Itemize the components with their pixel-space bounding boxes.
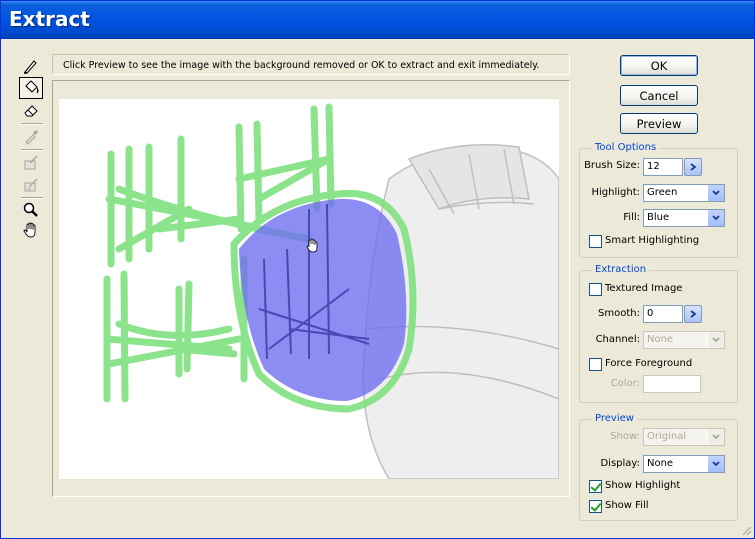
- cleanup-tool[interactable]: [19, 151, 43, 173]
- chevron-down-icon: [707, 210, 724, 226]
- preview-image: [103, 103, 559, 479]
- fill-region: [239, 198, 407, 401]
- fill-bucket-icon: [25, 80, 39, 94]
- display-dropdown[interactable]: None: [643, 455, 725, 473]
- smooth-input[interactable]: 0: [643, 305, 683, 323]
- show-value: Original: [647, 431, 687, 442]
- smart-highlighting-checkbox[interactable]: [589, 235, 602, 248]
- force-foreground-label: Force Foreground: [605, 358, 693, 369]
- extraction-group: Extraction Textured Image Smooth: 0 Chan…: [579, 264, 738, 403]
- textured-image-checkbox[interactable]: [589, 283, 602, 296]
- fill-value: Blue: [647, 212, 670, 223]
- tool-options-group: Tool Options Brush Size: 12 Highlight: G…: [579, 142, 738, 258]
- highlight-dropdown[interactable]: Green: [643, 184, 725, 202]
- edge-touchup-tool[interactable]: [19, 173, 43, 195]
- chevron-right-icon: [690, 310, 697, 318]
- color-label: Color:: [610, 378, 640, 389]
- tool-options-legend: Tool Options: [592, 142, 660, 153]
- smart-highlighting-label: Smart Highlighting: [605, 235, 700, 246]
- show-fill-checkbox[interactable]: [589, 500, 602, 513]
- display-label: Display:: [600, 458, 640, 469]
- fill-tool[interactable]: [19, 77, 43, 99]
- highlight-label: Highlight:: [591, 187, 640, 198]
- chevron-down-icon: [707, 456, 724, 472]
- chevron-down-icon: [707, 429, 724, 445]
- zoom-icon: [23, 202, 38, 217]
- highlight-value: Green: [647, 187, 678, 198]
- textured-image-label: Textured Image: [605, 283, 683, 294]
- cancel-button[interactable]: Cancel: [620, 85, 698, 106]
- show-label: Show:: [610, 431, 640, 442]
- chevron-down-icon: [707, 185, 724, 201]
- hand-icon: [23, 222, 36, 238]
- eyedropper-icon: [25, 130, 38, 145]
- show-dropdown[interactable]: Original: [643, 428, 725, 446]
- instruction-text: Click Preview to see the image with the …: [52, 54, 570, 75]
- smooth-slider-button[interactable]: [684, 305, 702, 323]
- brush-size-input[interactable]: 12: [643, 158, 683, 176]
- channel-label: Channel:: [595, 334, 640, 345]
- smooth-label: Smooth:: [598, 308, 640, 319]
- channel-dropdown[interactable]: None: [643, 331, 725, 349]
- chevron-down-icon: [707, 332, 724, 348]
- show-highlight-checkbox[interactable]: [589, 480, 602, 493]
- chevron-right-icon: [690, 163, 697, 171]
- edge-touchup-icon: [24, 178, 38, 192]
- ok-button[interactable]: OK: [620, 55, 698, 76]
- fill-dropdown[interactable]: Blue: [643, 209, 725, 227]
- channel-value: None: [647, 334, 674, 345]
- eraser-icon: [24, 105, 38, 117]
- fill-label: Fill:: [623, 212, 640, 223]
- preview-legend: Preview: [592, 413, 637, 424]
- window-title: Extract: [9, 7, 90, 31]
- zoom-tool[interactable]: [19, 199, 43, 221]
- color-swatch[interactable]: [643, 375, 701, 393]
- eraser-tool[interactable]: [19, 99, 43, 121]
- extract-dialog: Extract Click Preview to see the image w…: [0, 0, 755, 539]
- preview-group: Preview Show: Original Display: None Sho…: [579, 413, 738, 521]
- cleanup-tool-icon: [24, 155, 38, 170]
- image-canvas[interactable]: [59, 99, 559, 479]
- display-value: None: [647, 458, 674, 469]
- force-foreground-checkbox[interactable]: [589, 358, 602, 371]
- show-highlight-label: Show Highlight: [605, 480, 681, 491]
- extraction-legend: Extraction: [592, 264, 650, 275]
- edge-highlighter-tool[interactable]: [19, 55, 43, 77]
- eyedropper-tool[interactable]: [19, 125, 43, 147]
- brush-size-label: Brush Size:: [584, 160, 640, 171]
- edge-highlighter-icon: [24, 60, 37, 74]
- show-fill-label: Show Fill: [605, 500, 649, 511]
- title-bar[interactable]: Extract: [1, 1, 754, 39]
- hand-tool[interactable]: [19, 219, 43, 241]
- brush-size-slider-button[interactable]: [684, 158, 702, 176]
- resize-grip-icon[interactable]: [740, 524, 752, 536]
- preview-button[interactable]: Preview: [620, 113, 698, 134]
